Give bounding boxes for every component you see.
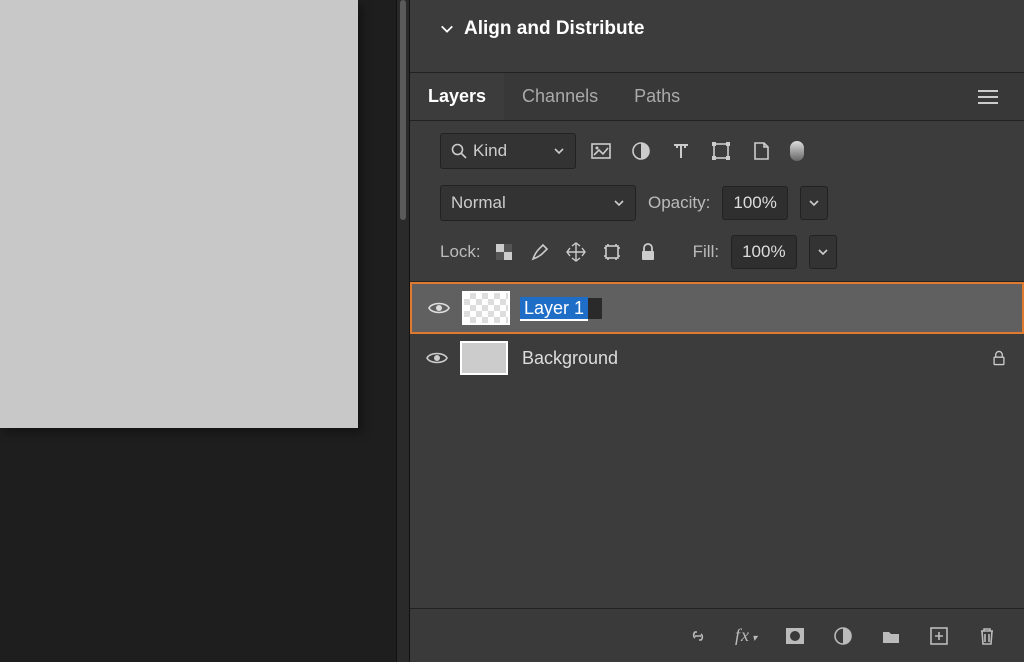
lock-icon: [990, 349, 1008, 367]
blend-mode-select[interactable]: Normal: [440, 185, 636, 221]
layer-row[interactable]: Layer 1: [410, 282, 1024, 334]
filter-shape-icon[interactable]: [710, 140, 732, 162]
tab-channels[interactable]: Channels: [504, 73, 616, 120]
fill-label[interactable]: Fill:: [693, 242, 719, 262]
new-layer-button[interactable]: [928, 625, 950, 647]
canvas-document[interactable]: [0, 0, 358, 428]
blend-row: Normal Opacity: 100%: [410, 179, 1024, 229]
layer-name-label[interactable]: Background: [518, 348, 622, 369]
panel-menu-button[interactable]: [972, 90, 1004, 104]
align-and-distribute-section[interactable]: Align and Distribute: [410, 0, 1024, 73]
fill-field[interactable]: 100%: [731, 235, 796, 269]
layer-style-button[interactable]: fx▾: [735, 625, 758, 647]
align-disclosure[interactable]: Align and Distribute: [440, 18, 645, 40]
lock-all-icon[interactable]: [637, 241, 659, 263]
delete-layer-button[interactable]: [976, 625, 998, 647]
layer-name-edit-wrap: Layer 1: [520, 298, 602, 319]
fill-dropdown[interactable]: [809, 235, 837, 269]
hamburger-icon: [978, 90, 998, 104]
eye-icon: [426, 350, 448, 366]
panel-tabs: Layers Channels Paths: [410, 73, 1024, 121]
app-root: Align and Distribute Layers Channels Pat…: [0, 0, 1024, 662]
layers-list: Layer 1 Background: [410, 281, 1024, 608]
search-icon: [451, 143, 467, 159]
blend-mode-value: Normal: [451, 193, 506, 213]
lock-label: Lock:: [440, 242, 481, 262]
chevron-down-icon: [613, 197, 625, 209]
filter-smartobject-icon[interactable]: [750, 140, 772, 162]
chevron-down-icon: [808, 197, 820, 209]
layer-locked-badge[interactable]: [990, 349, 1008, 367]
lock-image-icon[interactable]: [529, 241, 551, 263]
opacity-field[interactable]: 100%: [722, 186, 787, 220]
right-panel: Align and Distribute Layers Channels Pat…: [410, 0, 1024, 662]
add-mask-button[interactable]: [784, 625, 806, 647]
filter-adjustment-icon[interactable]: [630, 140, 652, 162]
layer-thumbnail[interactable]: [462, 291, 510, 325]
canvas-area[interactable]: [0, 0, 396, 662]
tab-paths[interactable]: Paths: [616, 73, 698, 120]
lock-row: Lock: Fill: 100%: [410, 229, 1024, 281]
lock-artboard-icon[interactable]: [601, 241, 623, 263]
chevron-down-icon: [440, 22, 454, 36]
panel-resize-gutter[interactable]: [396, 0, 410, 662]
new-group-button[interactable]: [880, 625, 902, 647]
lock-transparent-icon[interactable]: [493, 241, 515, 263]
link-layers-button[interactable]: [687, 625, 709, 647]
filter-kind-label: Kind: [473, 141, 507, 161]
filter-pixel-icon[interactable]: [590, 140, 612, 162]
layers-bottom-bar: fx▾: [410, 608, 1024, 662]
chevron-down-icon: [817, 246, 829, 258]
opacity-dropdown[interactable]: [800, 186, 828, 220]
align-title: Align and Distribute: [464, 18, 645, 40]
filter-kind-select[interactable]: Kind: [440, 133, 576, 169]
filter-type-icon[interactable]: [670, 140, 692, 162]
eye-icon: [428, 300, 450, 316]
layer-filter-row: Kind: [410, 121, 1024, 179]
layer-name-input[interactable]: Layer 1: [520, 297, 588, 321]
chevron-down-icon: [553, 145, 565, 157]
visibility-toggle[interactable]: [422, 300, 456, 316]
lock-position-icon[interactable]: [565, 241, 587, 263]
layer-thumbnail[interactable]: [460, 341, 508, 375]
filter-toggle-switch[interactable]: [790, 141, 804, 161]
visibility-toggle[interactable]: [420, 350, 454, 366]
layer-row[interactable]: Background: [410, 334, 1024, 382]
new-adjustment-button[interactable]: [832, 625, 854, 647]
opacity-label[interactable]: Opacity:: [648, 193, 710, 213]
tab-layers[interactable]: Layers: [410, 73, 504, 120]
